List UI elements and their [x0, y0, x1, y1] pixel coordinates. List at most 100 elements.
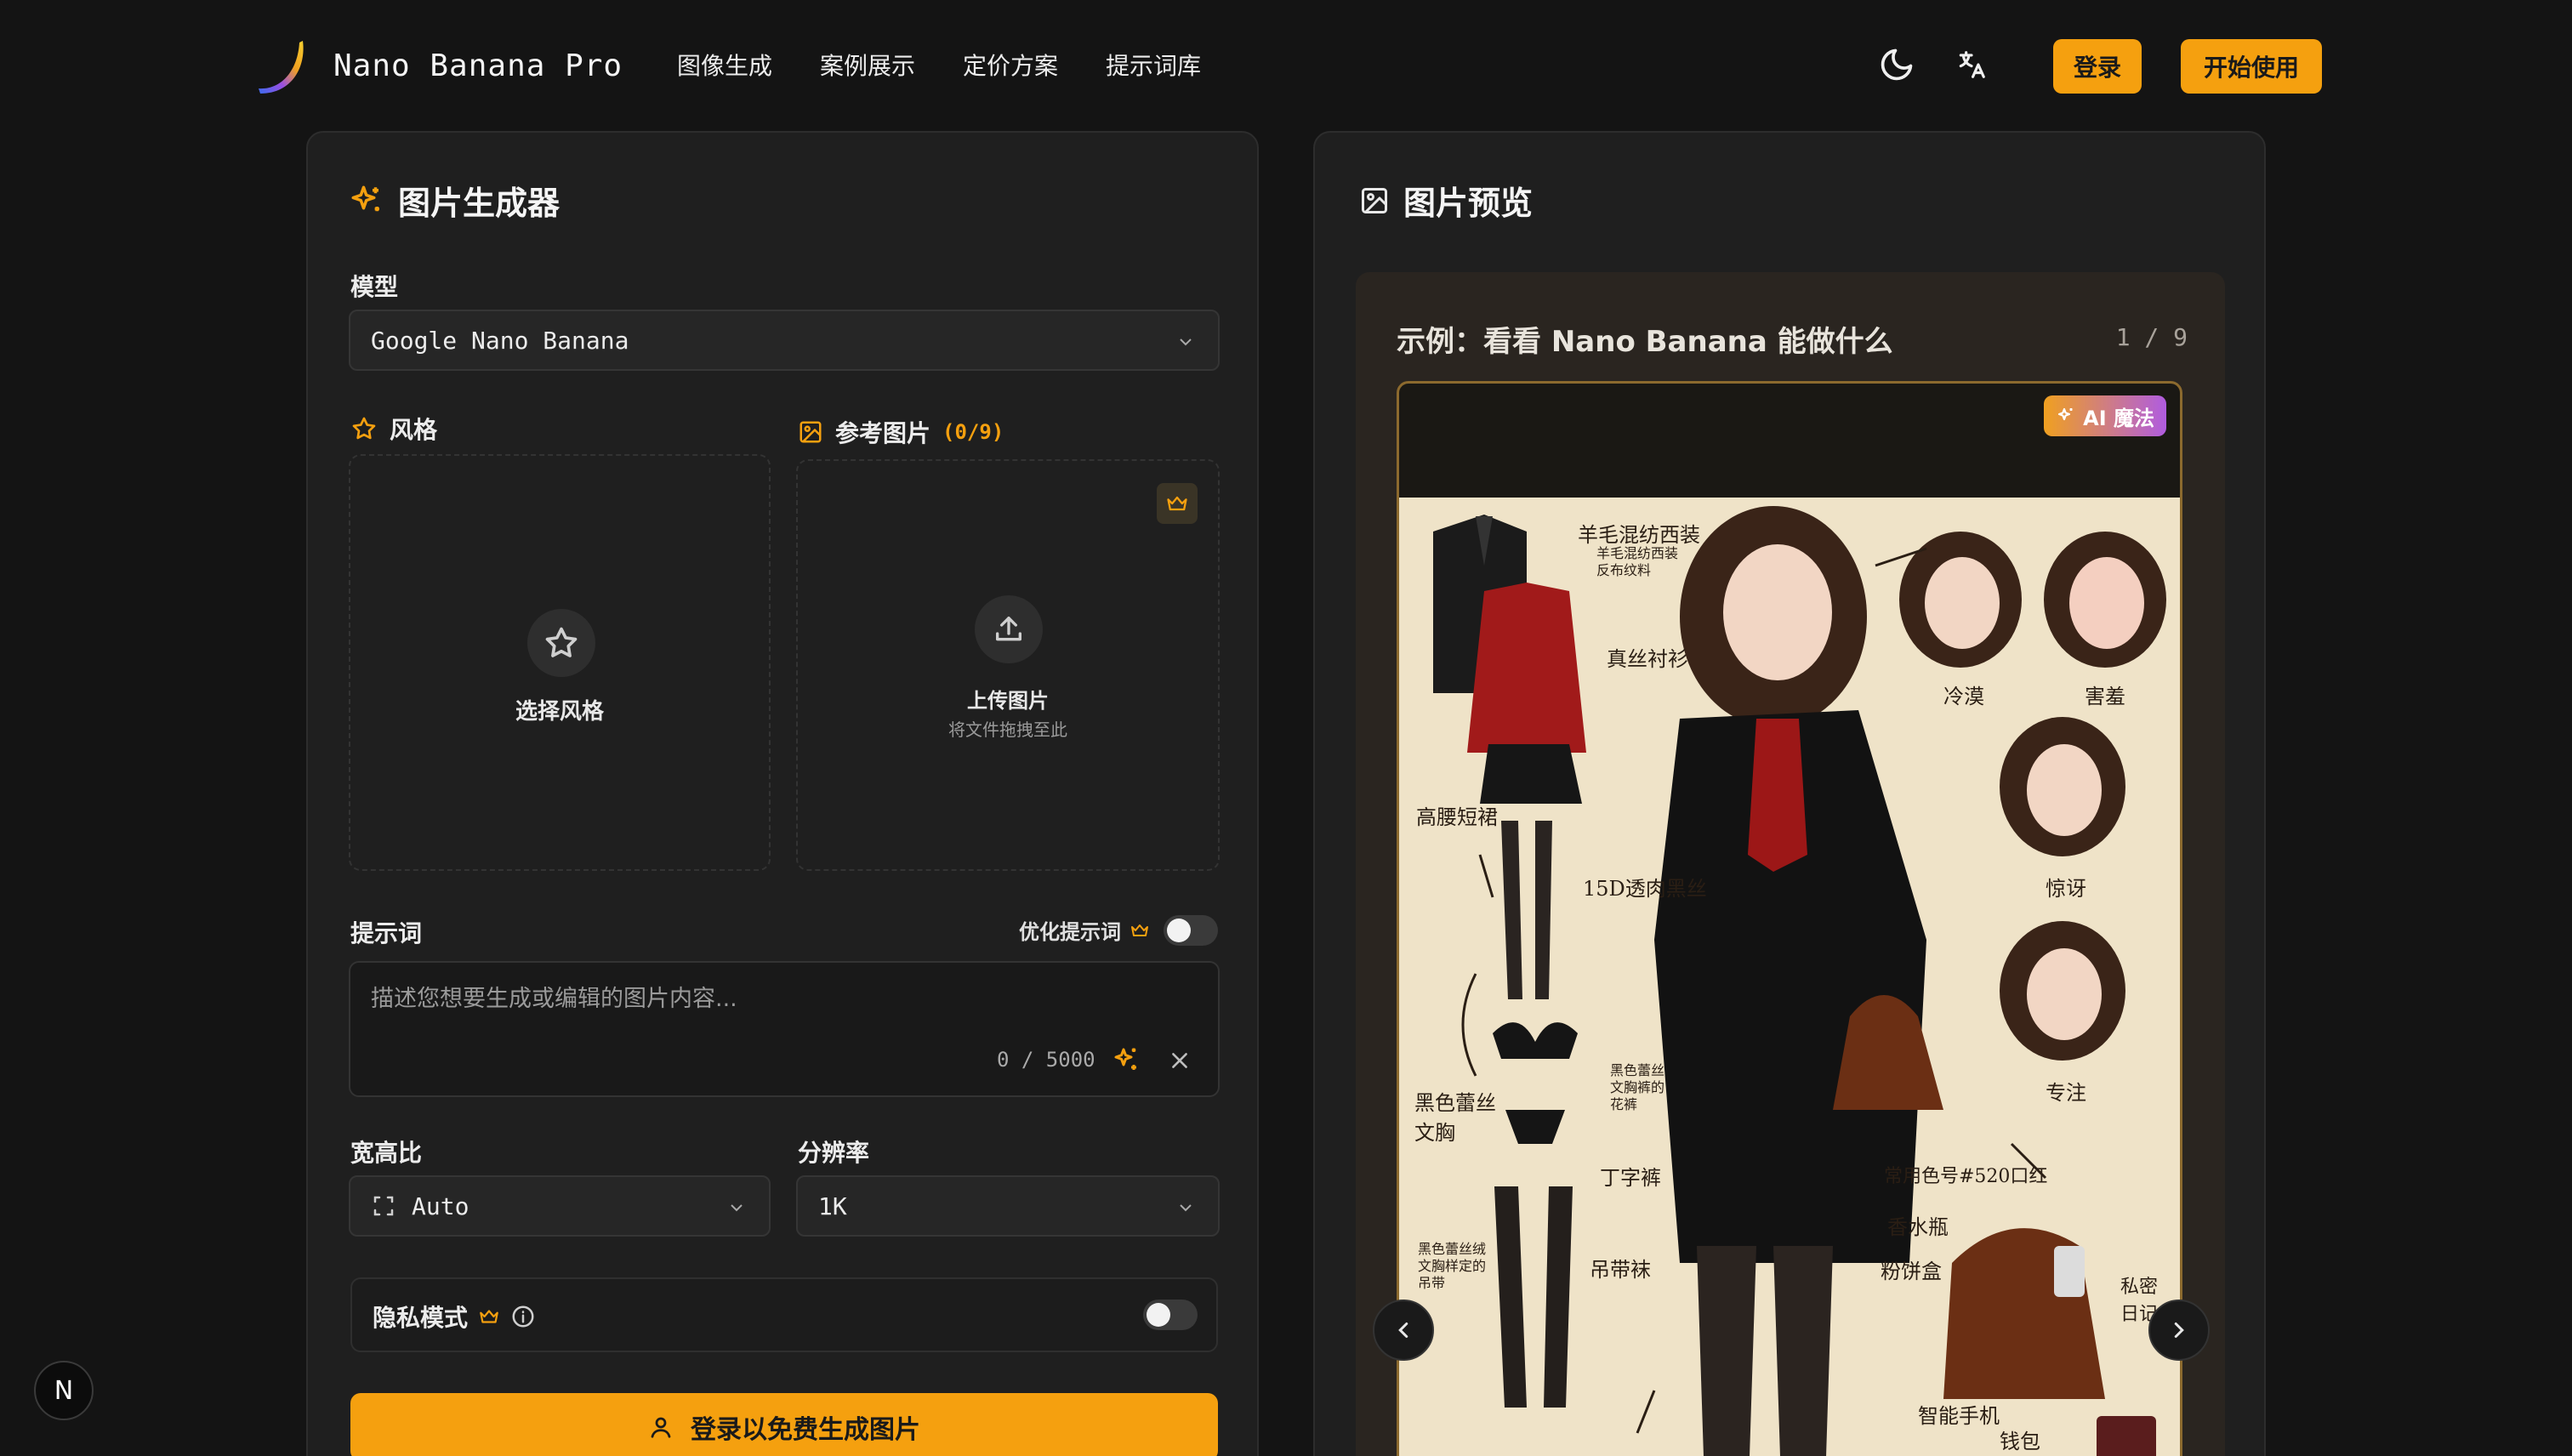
previous-example-button[interactable]	[1373, 1300, 1434, 1361]
upload-circle	[975, 595, 1043, 663]
privacy-label-row: 隐私模式	[373, 1300, 536, 1334]
annotation-blazer: 羊毛混纺西装	[1578, 523, 1700, 547]
resolution-select-value: 1K	[818, 1192, 847, 1220]
brand-name[interactable]: Nano Banana Pro	[333, 44, 623, 88]
preview-title-text: 图片预览	[1403, 185, 1534, 222]
chevron-down-icon	[731, 1204, 743, 1212]
generator-title-text: 图片生成器	[398, 185, 560, 222]
next-example-button[interactable]	[2148, 1300, 2210, 1361]
illustration-drawing	[1433, 506, 2166, 1456]
annotation-perfume: 香水瓶	[1887, 1215, 1949, 1239]
chevron-left-icon	[1398, 1322, 1408, 1338]
nextjs-devtools-badge[interactable]: N	[34, 1361, 94, 1420]
annotation-bra: 黑色蕾丝 文胸	[1414, 1091, 1496, 1145]
star-outline-icon	[545, 627, 578, 657]
reference-header: 参考图片 (0/9)	[798, 415, 1004, 449]
chevron-down-icon	[1180, 338, 1192, 346]
optimize-prompt-toggle[interactable]	[1164, 915, 1218, 946]
banana-logo-icon[interactable]	[255, 37, 310, 95]
upload-dropzone[interactable]: 上传图片 将文件拖拽至此	[796, 459, 1220, 871]
preview-title: 图片预览	[1359, 177, 1533, 224]
privacy-toggle[interactable]	[1143, 1300, 1198, 1330]
example-title: 示例：看看 Nano Banana 能做什么	[1397, 325, 1893, 359]
prompt-placeholder: 描述您想要生成或编辑的图片内容...	[371, 986, 737, 1012]
annotation-lipstick: 常用色号#520口红	[1884, 1166, 2048, 1187]
annotation-panty: 黑色蕾丝 文胸裤的 花裤	[1610, 1062, 1665, 1112]
generator-title: 图片生成器	[349, 177, 560, 224]
theme-toggle-button[interactable]	[1873, 41, 1920, 88]
image-icon	[799, 421, 822, 443]
aspect-select[interactable]: Auto	[349, 1175, 771, 1237]
model-select[interactable]: Google Nano Banana	[349, 310, 1220, 371]
annotation-compact: 粉饼盒	[1881, 1260, 1942, 1283]
style-picker-label: 选择风格	[515, 699, 604, 725]
nextjs-badge-letter: N	[54, 1375, 74, 1406]
image-icon	[1362, 187, 1387, 213]
upload-hint: 将文件拖拽至此	[948, 719, 1067, 740]
user-icon	[651, 1417, 671, 1438]
example-image-frame[interactable]: AI 魔法 羊毛混纺西装 羊毛混纺西装 反布纹料 真丝衬衫 高腰短裙 15D透肉…	[1397, 381, 2182, 1456]
generator-panel: 图片生成器 模型 Google Nano Banana 风格 选择风格 参考图片…	[306, 131, 1259, 1456]
char-count: 0 / 5000	[997, 1048, 1095, 1072]
example-fashion-illustration: 羊毛混纺西装 羊毛混纺西装 反布纹料 真丝衬衫 高腰短裙 15D透肉黑丝 黑色蕾…	[1399, 498, 2180, 1456]
example-card: 示例：看看 Nano Banana 能做什么 1 / 9 AI 魔法 羊毛混纺西…	[1356, 272, 2225, 1456]
sparkles-icon	[2058, 407, 2073, 421]
annotation-cold: 冷漠	[1943, 685, 1984, 708]
chevron-down-icon	[1180, 1204, 1192, 1212]
privacy-label: 隐私模式	[373, 1304, 469, 1332]
nav-item-image-generation[interactable]: 图像生成	[677, 44, 772, 88]
annotation-wallet: 钱包	[2000, 1430, 2040, 1453]
model-label: 模型	[350, 273, 399, 301]
optimize-prompt-row: 优化提示词	[1019, 915, 1150, 945]
premium-badge	[1157, 483, 1198, 524]
ai-magic-badge: AI 魔法	[2044, 395, 2166, 436]
info-icon[interactable]	[510, 1304, 536, 1329]
reference-count: (0/9)	[942, 420, 1004, 444]
style-header: 风格	[350, 412, 437, 446]
crown-icon	[480, 1310, 498, 1323]
annotation-blazer-sub2: 反布纹料	[1596, 562, 1652, 578]
upload-label: 上传图片	[967, 689, 1049, 713]
annotation-shirt: 真丝衬衫	[1607, 647, 1688, 671]
resolution-label: 分辨率	[798, 1139, 870, 1167]
annotation-skirt: 高腰短裙	[1416, 805, 1498, 829]
language-button[interactable]	[1948, 41, 1995, 88]
nav-item-pricing[interactable]: 定价方案	[963, 44, 1058, 88]
generate-button-label: 登录以免费生成图片	[691, 1415, 920, 1445]
style-label: 风格	[390, 416, 438, 444]
clear-icon[interactable]	[1169, 1049, 1191, 1072]
prompt-textarea[interactable]: 描述您想要生成或编辑的图片内容... 0 / 5000	[349, 961, 1220, 1097]
top-header: Nano Banana Pro 图像生成 案例展示 定价方案 提示词库 登录 开…	[0, 0, 2572, 133]
chevron-right-icon	[2174, 1322, 2184, 1338]
annotation-shy: 害羞	[2085, 685, 2125, 708]
aspect-select-value: Auto	[412, 1192, 469, 1220]
start-button[interactable]: 开始使用	[2181, 39, 2322, 94]
login-button[interactable]: 登录	[2053, 39, 2142, 94]
crown-icon	[1167, 496, 1187, 511]
annotation-thong: 丁字裤	[1600, 1166, 1661, 1190]
upload-icon	[996, 617, 1021, 641]
annotation-surprised: 惊讶	[2046, 877, 2086, 901]
style-picker[interactable]: 选择风格	[349, 454, 771, 871]
main-nav: 图像生成 案例展示 定价方案 提示词库	[677, 44, 1201, 88]
moon-icon	[1881, 48, 1913, 81]
crown-icon	[1131, 924, 1148, 936]
magic-sparkles-icon[interactable]	[1111, 1044, 1141, 1075]
annotation-garter: 黑色蕾丝绒 文胸样定的 吊带	[1418, 1241, 1487, 1291]
style-circle	[527, 609, 595, 677]
nav-item-showcase[interactable]: 案例展示	[820, 44, 915, 88]
star-icon	[352, 417, 376, 440]
sparkles-icon	[351, 185, 379, 211]
ai-magic-label: AI 魔法	[2083, 406, 2154, 430]
model-select-value: Google Nano Banana	[371, 326, 629, 355]
privacy-row: 隐私模式	[350, 1277, 1218, 1352]
resolution-select[interactable]: 1K	[796, 1175, 1220, 1237]
prompt-label: 提示词	[350, 919, 423, 947]
nav-item-prompt-library[interactable]: 提示词库	[1106, 44, 1201, 88]
generate-button[interactable]: 登录以免费生成图片	[350, 1393, 1218, 1456]
annotation-focus: 专注	[2046, 1081, 2086, 1105]
aspect-label: 宽高比	[350, 1139, 423, 1167]
aspect-frame-icon	[373, 1196, 394, 1216]
optimize-prompt-label: 优化提示词	[1019, 920, 1121, 944]
annotation-garter-belt: 吊带袜	[1590, 1258, 1651, 1282]
